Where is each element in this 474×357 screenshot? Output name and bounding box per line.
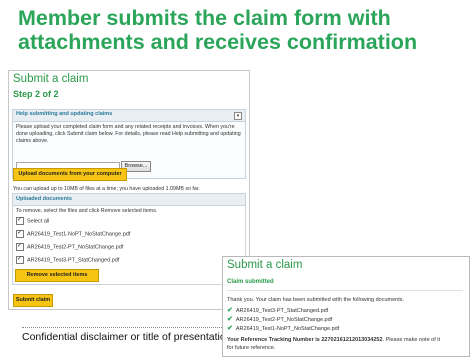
file-checkbox[interactable]: [16, 242, 24, 251]
remove-hint: To remove, select the files and click Re…: [16, 208, 158, 214]
select-all-row[interactable]: Select all: [16, 216, 50, 226]
file-name: AR26419_Test2-PT_NoStatChange.pdf: [27, 244, 124, 251]
submitted-document: ✔ AR26419_Test3-PT_StatChanged.pdf: [227, 307, 328, 315]
file-row[interactable]: AR26419_Test1-NoPT_NoStatChange.pdf: [16, 229, 131, 239]
thanks-text: Thank you. Your claim has been submitted…: [227, 297, 405, 303]
step-indicator: Step 2 of 2: [13, 89, 59, 99]
reference-number: 22702161212013034252: [321, 337, 383, 343]
chevron-down-icon[interactable]: ▾: [234, 112, 242, 120]
document-name: AR26419_Test1-NoPT_NoStatChange.pdf: [235, 326, 340, 332]
upload-documents-button[interactable]: Upload documents from your computer: [13, 168, 127, 181]
document-name: AR26419_Test3-PT_StatChanged.pdf: [235, 308, 329, 314]
footer-divider: [22, 327, 242, 328]
uploaded-title: Uploaded documents: [16, 196, 72, 202]
check-icon: ✔: [227, 325, 233, 332]
check-icon: ✔: [227, 307, 233, 314]
reference-number-line: Your Reference Tracking Number is 227021…: [227, 337, 440, 343]
help-title[interactable]: Help submitting and updating claims: [16, 111, 112, 117]
upload-step-panel: Submit a claim Step 2 of 2 Help submitti…: [8, 70, 250, 310]
select-all-checkbox[interactable]: [16, 216, 24, 225]
file-name: AR26419_Test1-NoPT_NoStatChange.pdf: [27, 231, 131, 238]
submitted-document: ✔ AR26419_Test1-NoPT_NoStatChange.pdf: [227, 325, 339, 333]
file-checkbox[interactable]: [16, 229, 24, 238]
reference-label: Your Reference Tracking Number is: [227, 337, 320, 343]
slide-title: Member submits the claim form with attac…: [18, 6, 418, 54]
confirmation-title: Submit a claim: [227, 259, 303, 271]
upload-limit-text: You can upload up to 10MB of files at a …: [13, 186, 200, 192]
reference-note: . Please make note of it: [382, 337, 441, 343]
file-row[interactable]: AR26419_Test3-PT_StatChanged.pdf: [16, 255, 120, 265]
uploaded-documents-section: Uploaded documents To remove, select the…: [12, 193, 246, 285]
submitted-document: ✔ AR26419_Test2-PT_NoStatChange.pdf: [227, 316, 332, 324]
submit-claim-button[interactable]: Submit claim: [13, 294, 53, 307]
uploaded-header: Uploaded documents: [13, 194, 245, 206]
select-all-label: Select all: [27, 218, 50, 225]
help-text: Please upload your completed claim form …: [16, 124, 241, 144]
check-icon: ✔: [227, 316, 233, 323]
document-name: AR26419_Test2-PT_NoStatChange.pdf: [235, 317, 333, 323]
claim-status: Claim submitted: [227, 279, 274, 285]
file-checkbox[interactable]: [16, 255, 24, 264]
divider: [227, 290, 463, 291]
help-header[interactable]: Help submitting and updating claims ▾: [13, 110, 245, 122]
remove-selected-button[interactable]: Remove selected items: [15, 269, 99, 282]
panel-title: Submit a claim: [13, 73, 89, 85]
file-row[interactable]: AR26419_Test2-PT_NoStatChange.pdf: [16, 242, 124, 252]
reference-note-line: for future reference.: [227, 345, 276, 351]
confirmation-panel: Submit a claim Claim submitted Thank you…: [222, 256, 470, 357]
file-name: AR26419_Test3-PT_StatChanged.pdf: [27, 257, 120, 264]
